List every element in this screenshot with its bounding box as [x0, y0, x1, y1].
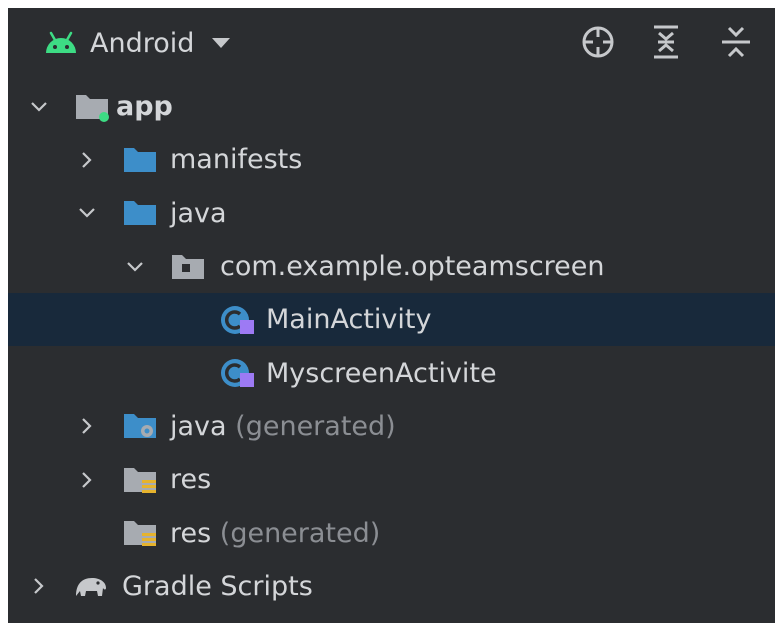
tree-label-java-generated-name: java [170, 410, 227, 442]
chevron-right-icon[interactable] [30, 577, 48, 595]
view-selector-dropdown[interactable]: Android [44, 20, 232, 66]
tree-node-myscreen-activity[interactable]: MyscreenActivite [8, 346, 775, 399]
tree-label-java-generated: java (generated) [170, 411, 396, 442]
package-icon [172, 254, 204, 279]
tree-label-res-generated-name: res [170, 517, 212, 549]
resource-folder-icon [124, 521, 156, 547]
chevron-down-icon[interactable] [30, 98, 48, 116]
tree-label-gradle-scripts: Gradle Scripts [122, 570, 313, 602]
tree-node-manifests[interactable]: manifests [8, 133, 775, 186]
chevron-down-icon[interactable] [126, 258, 144, 276]
chevron-down-icon[interactable] [78, 204, 96, 222]
folder-icon [124, 147, 156, 172]
tree-node-package[interactable]: com.example.opteamscreen [8, 240, 775, 293]
android-icon [46, 31, 76, 53]
chevron-right-icon[interactable] [78, 417, 96, 435]
tree-node-gradle-scripts[interactable]: Gradle Scripts [8, 560, 775, 613]
kotlin-class-icon [221, 359, 254, 388]
tree-label-main-activity: MainActivity [266, 304, 432, 336]
tree-node-java[interactable]: java [8, 187, 775, 240]
chevron-down-icon [212, 38, 231, 48]
tree-label-app: app [116, 91, 173, 123]
tree-label-res-generated: res (generated) [170, 518, 380, 549]
tree-label-package: com.example.opteamscreen [220, 251, 605, 283]
generated-suffix: (generated) [235, 410, 396, 442]
resource-folder-icon [124, 467, 156, 493]
tree-label-myscreen-activity: MyscreenActivite [266, 357, 497, 389]
chevron-right-icon[interactable] [78, 151, 96, 169]
tree-node-java-generated[interactable]: java (generated) [8, 400, 775, 453]
expand-all-icon[interactable] [648, 24, 684, 60]
project-toolbar: Android [8, 8, 775, 78]
tree-node-res[interactable]: res [8, 453, 775, 506]
tree-label-manifests: manifests [170, 144, 303, 176]
collapse-all-icon[interactable] [718, 24, 754, 60]
tree-node-main-activity[interactable]: MainActivity [8, 293, 775, 347]
view-selector-label: Android [90, 27, 195, 59]
tree-label-java: java [170, 197, 227, 229]
project-tree: app manifests java com.example.opteamscr… [8, 80, 775, 613]
chevron-right-icon[interactable] [78, 471, 96, 489]
locate-icon[interactable] [580, 24, 616, 60]
kotlin-class-icon [221, 305, 254, 334]
tree-node-res-generated[interactable]: res (generated) [8, 506, 775, 559]
folder-icon [124, 201, 156, 226]
project-panel: Android app manifests java com.example.o… [8, 8, 775, 623]
tree-node-app[interactable]: app [8, 80, 775, 133]
generated-suffix: (generated) [219, 517, 381, 549]
module-folder-icon [76, 94, 109, 122]
generated-folder-icon [124, 414, 156, 439]
gradle-elephant-icon [76, 578, 106, 597]
tree-label-res: res [170, 464, 212, 496]
